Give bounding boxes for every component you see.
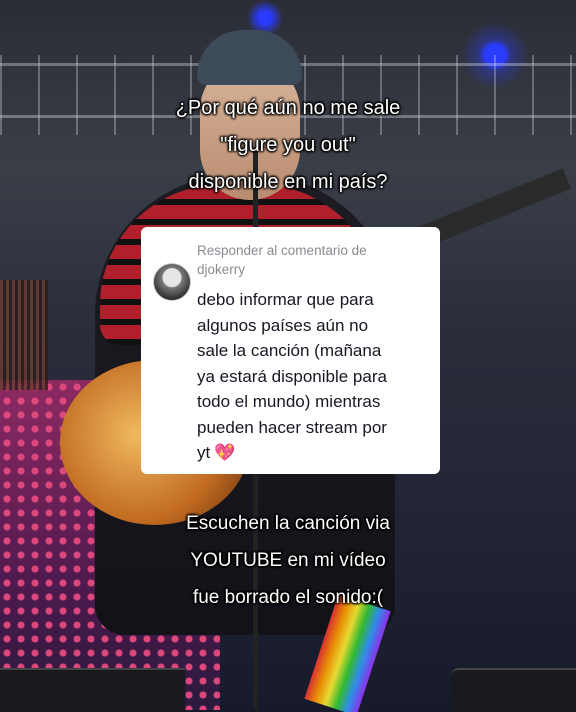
reply-header: Responder al comentario de djokerry (197, 241, 422, 279)
comment-line: ya estará disponible para (197, 366, 387, 386)
comment-line: todo el mundo) mientras (197, 392, 381, 411)
caption-bottom: Escuchen la canción via YOUTUBE en mi ví… (0, 505, 576, 616)
reply-label: Responder al comentario de (197, 243, 367, 258)
commenter-username[interactable]: djokerry (197, 260, 422, 279)
stage-decoration (0, 280, 48, 390)
caption-top-line: disponible en mi país? (188, 171, 388, 193)
comment-line-last: yt 💖 (197, 440, 430, 466)
stage-monitor-right (451, 668, 576, 712)
stage-monitor-left (0, 668, 185, 712)
comment-line: algunos países aún no (197, 315, 369, 335)
comment-line: debo informar que para (197, 290, 374, 309)
sparkling-heart-icon: 💖 (214, 443, 236, 462)
caption-bottom-line: YOUTUBE en mi vídeo (190, 550, 386, 571)
caption-top: ¿Por qué aún no me sale "figure you out"… (0, 90, 576, 201)
comment-line: yt (197, 443, 211, 462)
caption-top-line: ¿Por qué aún no me sale (175, 97, 401, 119)
commenter-avatar[interactable] (153, 263, 191, 301)
comment-line: sale la canción (mañana (197, 341, 382, 360)
caption-top-line: "figure you out" (220, 134, 356, 156)
comment-reply-card[interactable]: Responder al comentario de djokerry debo… (141, 227, 440, 474)
performer-cap (197, 30, 302, 85)
comment-line: pueden hacer stream por (197, 417, 387, 437)
caption-bottom-line: fue borrado el sonido:( (192, 587, 384, 608)
reply-comment-text: debo informar que para algunos países aú… (197, 287, 430, 466)
caption-bottom-line: Escuchen la canción via (186, 513, 390, 534)
